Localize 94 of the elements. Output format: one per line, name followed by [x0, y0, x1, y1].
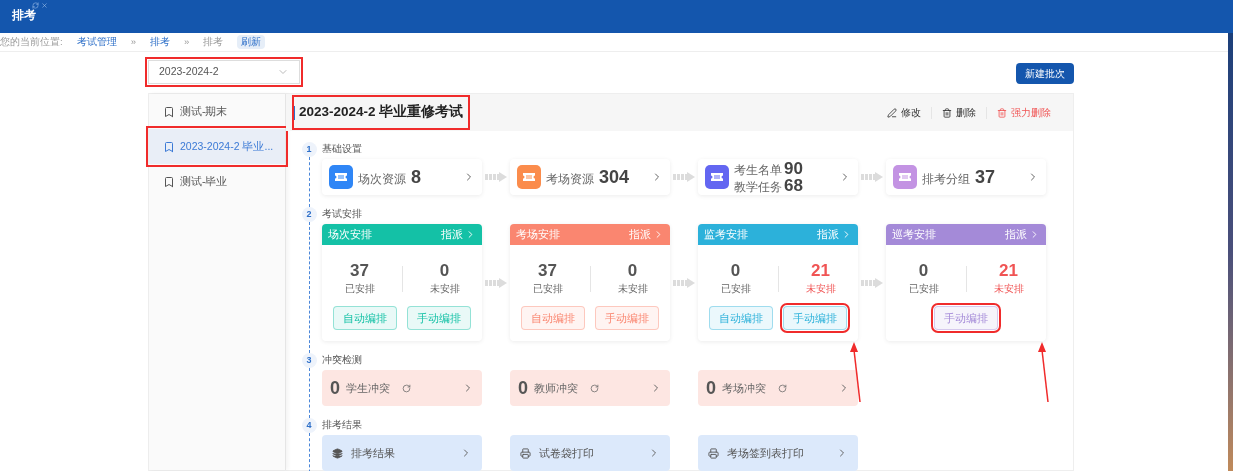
unarranged-label: 未安排 [617, 282, 648, 296]
step-number: 2 [301, 207, 317, 222]
refresh-icon[interactable] [590, 383, 599, 393]
card-title: 场次安排 [328, 226, 372, 242]
resource-label: 考生名单 [734, 165, 782, 177]
resource-card[interactable]: 考生名单90 教学任务 68 [698, 159, 858, 195]
window-title: 排考 [12, 7, 36, 24]
close-icon[interactable] [41, 2, 48, 9]
resource-count: 90 [784, 160, 803, 177]
breadcrumb-link[interactable]: 排考 [149, 34, 170, 50]
new-batch-button[interactable]: 新建批次 [1016, 63, 1074, 84]
pen-icon [887, 107, 897, 118]
arranged-count: 0 [918, 261, 929, 281]
conflict-card[interactable]: 0 教师冲突 [510, 370, 670, 406]
refresh-icon[interactable] [778, 383, 787, 393]
connector-arrow-icon [673, 277, 695, 288]
resource-count: 68 [784, 177, 803, 194]
breadcrumb-label: 您的当前位置: [0, 34, 63, 49]
resource-card[interactable]: 场次资源 8 [322, 159, 482, 195]
arranged-count: 37 [350, 261, 369, 281]
connector-arrow-icon [485, 277, 507, 288]
breadcrumb-link[interactable]: 考试管理 [76, 34, 117, 50]
resource-count: 37 [975, 168, 996, 186]
result-label: 试卷袋打印 [539, 445, 594, 461]
connector-arrow-icon [861, 277, 883, 288]
arranged-label: 已安排 [532, 282, 563, 296]
card-title: 考场安排 [516, 226, 560, 242]
printer-icon [520, 447, 531, 459]
conflict-card[interactable]: 0 学生冲突 [322, 370, 482, 406]
bookmark-icon [163, 140, 175, 153]
conflict-label: 教师冲突 [534, 380, 578, 396]
edit-button[interactable]: 修改 [887, 105, 921, 120]
result-card[interactable]: 考场签到表打印 [698, 435, 858, 471]
conflict-label: 考场冲突 [722, 380, 766, 396]
sidebar-item[interactable]: 测试-毕业 [149, 164, 285, 199]
resource-label: 排考分组 [922, 174, 970, 186]
unarranged-label: 未安排 [429, 282, 460, 296]
refresh-icon[interactable] [32, 2, 39, 9]
resource-card[interactable]: 考场资源 304 [510, 159, 670, 195]
refresh-icon[interactable] [402, 383, 411, 393]
resource-count: 8 [411, 168, 421, 186]
card-title: 巡考安排 [892, 226, 936, 242]
unarranged-count: 21 [999, 261, 1018, 281]
result-label: 考场签到表打印 [727, 445, 804, 461]
resource-card[interactable]: 排考分组 37 [886, 159, 1046, 195]
card-title: 监考安排 [704, 226, 748, 242]
unarranged-count: 0 [439, 261, 450, 281]
arranged-label: 已安排 [344, 282, 375, 296]
delete-button[interactable]: 强力删除 [997, 105, 1051, 120]
breadcrumb-separator: » [183, 34, 190, 49]
resource-label: 考场资源 [546, 174, 594, 186]
conflict-count: 0 [518, 376, 528, 400]
trash-icon [997, 107, 1007, 118]
resource-label: 场次资源 [358, 174, 406, 186]
exam-title: 2023-2024-2 毕业重修考试 [295, 98, 468, 127]
sidebar-item[interactable]: 测试-期末 [149, 94, 285, 129]
conflict-count: 0 [330, 376, 340, 400]
arranged-label: 已安排 [720, 282, 751, 296]
arranged-count: 0 [730, 261, 741, 281]
step-title: 考试安排 [322, 207, 363, 220]
result-card[interactable]: 试卷袋打印 [510, 435, 670, 471]
arranged-count: 37 [538, 261, 557, 281]
connector-arrow-icon [673, 172, 695, 182]
step-number: 3 [301, 353, 317, 368]
unarranged-label: 未安排 [805, 282, 836, 296]
arranged-label: 已安排 [908, 282, 939, 296]
conflict-card[interactable]: 0 考场冲突 [698, 370, 858, 406]
connector-arrow-icon [861, 172, 883, 182]
delete-button[interactable]: 删除 [942, 105, 976, 120]
step-title: 排考结果 [322, 418, 363, 431]
connector-arrow-icon [485, 172, 507, 182]
refresh-button[interactable]: 刷新 [237, 34, 266, 50]
result-label: 排考结果 [351, 445, 395, 461]
layers-icon [332, 447, 343, 459]
unarranged-label: 未安排 [993, 282, 1024, 296]
trash-icon [942, 107, 952, 118]
sidebar-item[interactable]: 2023-2024-2 毕业... [149, 129, 285, 164]
breadcrumb-current: 排考 [203, 34, 224, 49]
step-title: 冲突检测 [322, 353, 363, 366]
resource-count: 304 [599, 168, 630, 186]
step-number: 1 [301, 142, 317, 157]
step-title: 基础设置 [322, 142, 363, 155]
conflict-count: 0 [706, 376, 716, 400]
bookmark-icon [163, 105, 175, 118]
step-number: 4 [301, 418, 317, 433]
unarranged-count: 21 [811, 261, 830, 281]
printer-icon [708, 447, 719, 459]
resource-label: 教学任务 [734, 182, 782, 194]
result-card[interactable]: 排考结果 [322, 435, 482, 471]
conflict-label: 学生冲突 [346, 380, 390, 396]
term-select[interactable]: 2023-2024-2 [148, 60, 300, 84]
unarranged-count: 0 [627, 261, 638, 281]
breadcrumb-separator: » [130, 34, 136, 49]
bookmark-icon [163, 175, 175, 188]
